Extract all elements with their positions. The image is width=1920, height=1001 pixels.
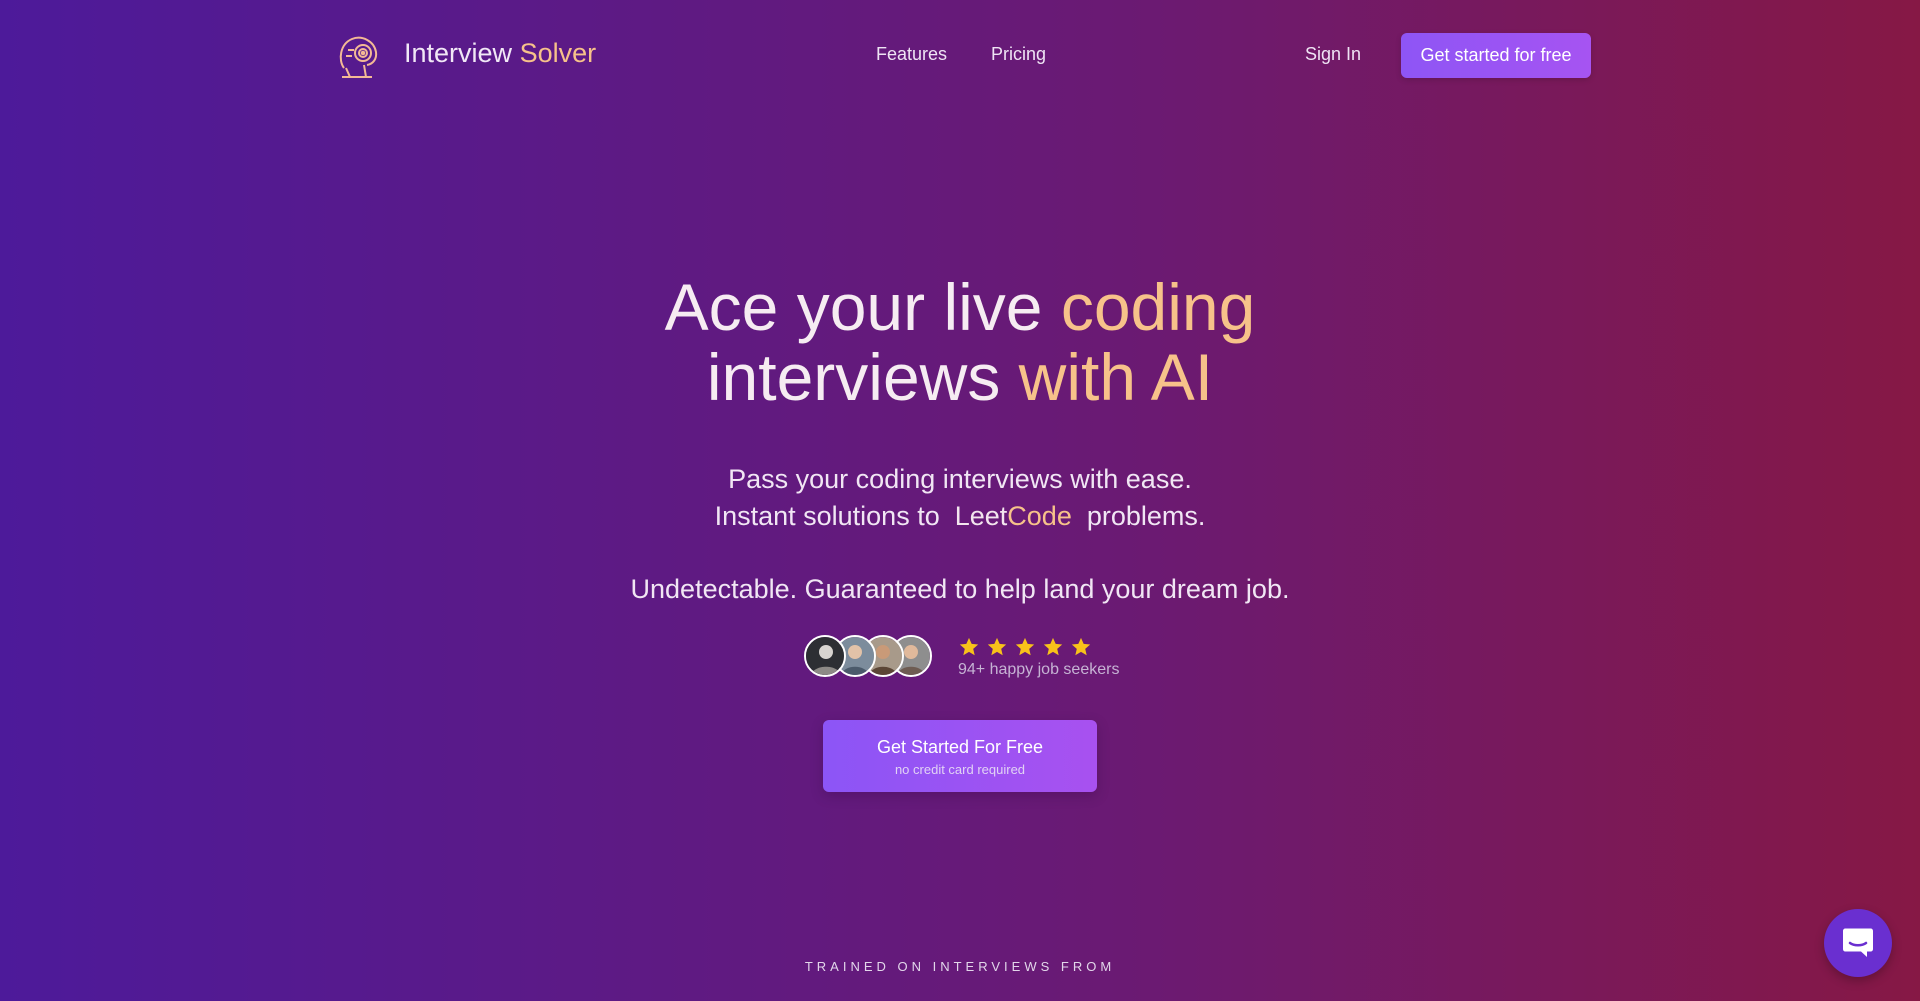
nav-features-link[interactable]: Features [876,44,947,65]
hero-subtitle-2-suffix: problems. [1086,501,1206,531]
star-icon [1015,637,1035,656]
chat-bubble-icon [1843,928,1873,957]
get-started-header-button[interactable]: Get started for free [1401,33,1591,78]
hero-headline-part3: interviews [706,340,1001,414]
hero-subtitle-1: Pass your coding interviews with ease. [728,464,1192,494]
chat-launcher-button[interactable] [1824,909,1892,977]
no-credit-card-note: no credit card required [894,761,1026,777]
hero-headline: Ace your live coding interviews with AI [560,272,1360,412]
hero-subtitle-3: Undetectable. Guaranteed to help land yo… [630,574,1290,604]
leetcode-leet: Leet [954,501,1008,531]
star-icon [1043,637,1063,656]
happy-users-count: 94+ happy job seekers [958,661,1120,678]
hero-headline-part1: Ace your live [664,270,1043,344]
star-icon [959,637,979,656]
star-icon [1071,637,1091,656]
robot-head-icon[interactable] [336,32,380,80]
star-icon [987,637,1007,656]
hero-subtitle-2-prefix: Instant solutions to [714,501,940,531]
avatar [804,635,846,677]
rating-stars [958,636,1092,658]
brand-name-accent: Solver [519,38,597,68]
hero-headline-part4: with AI [1018,340,1214,414]
nav-pricing-link[interactable]: Pricing [991,44,1046,65]
trained-on-heading: TRAINED ON INTERVIEWS FROM [804,959,1116,974]
hero-subtitle-2: Instant solutions to LeetCode problems. [460,501,1460,532]
user-avatars [804,635,936,677]
site-header: Interview Solver Features Pricing Sign I… [0,0,1920,112]
hero-headline-part2: coding [1060,270,1256,344]
get-started-main-button[interactable]: Get Started For Free no credit card requ… [823,720,1097,792]
brand-name[interactable]: Interview Solver [404,38,596,69]
get-started-main-label: Get Started For Free [876,736,1044,757]
sign-in-link[interactable]: Sign In [1305,44,1361,65]
leetcode-code: Code [1007,501,1072,531]
brand-name-main: Interview [404,38,513,68]
